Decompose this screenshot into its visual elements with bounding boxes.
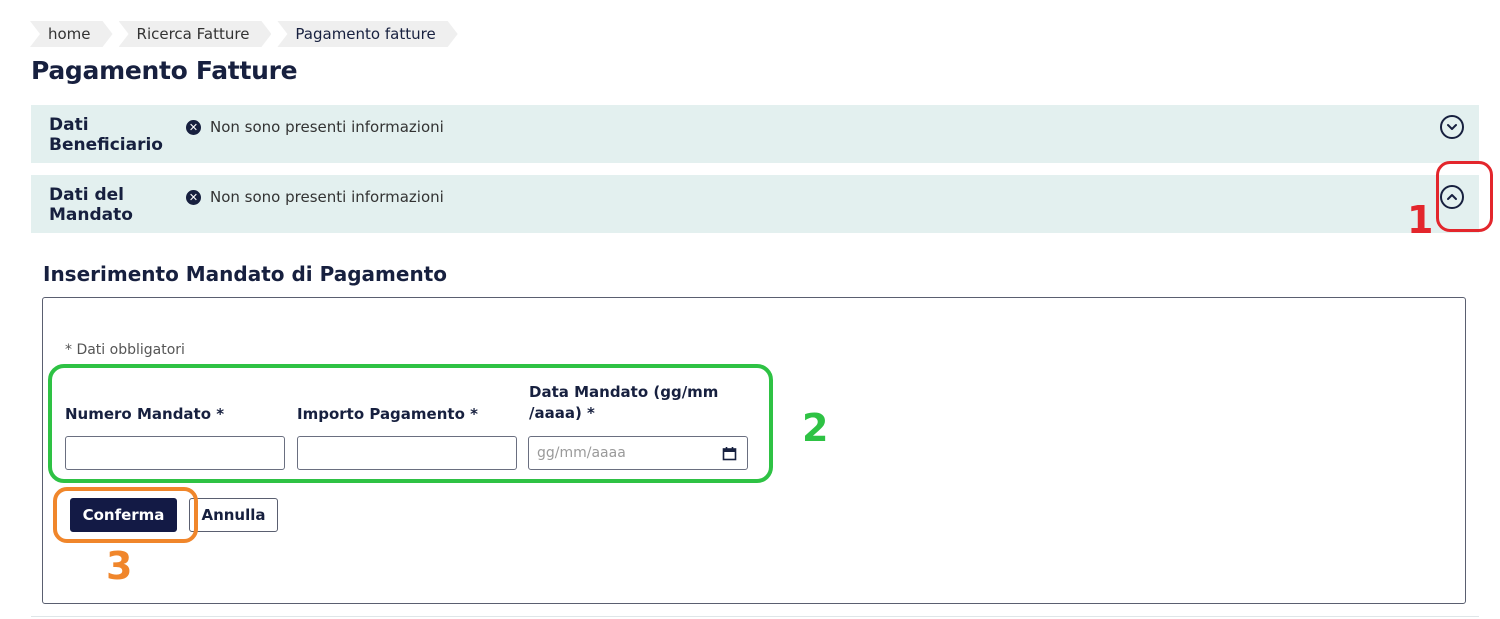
accordion-title: Dati del Mandato bbox=[49, 185, 133, 225]
cancel-button[interactable]: Annulla bbox=[189, 498, 278, 532]
divider bbox=[31, 616, 1479, 617]
section-title: Inserimento Mandato di Pagamento bbox=[43, 262, 447, 286]
annotation-box-2 bbox=[48, 364, 773, 483]
accordion-info-text: Non sono presenti informazioni bbox=[210, 118, 444, 136]
accordion-title: Dati Beneficiario bbox=[49, 115, 163, 155]
accordion-info-text: Non sono presenti informazioni bbox=[210, 188, 444, 206]
breadcrumb-current: Pagamento fatture bbox=[277, 21, 457, 47]
annotation-number-1: 1 bbox=[1407, 198, 1434, 242]
annotation-box-1 bbox=[1436, 161, 1493, 232]
required-note: * Dati obbligatori bbox=[65, 342, 185, 358]
annotation-number-2: 2 bbox=[802, 406, 829, 450]
chevron-down-icon[interactable] bbox=[1440, 115, 1464, 139]
error-circle-icon: ✕ bbox=[186, 119, 201, 135]
breadcrumb-home[interactable]: home bbox=[30, 21, 113, 47]
accordion-info: ✕ Non sono presenti informazioni bbox=[186, 118, 444, 136]
annotation-box-3 bbox=[53, 487, 198, 543]
accordion-dati-mandato[interactable]: Dati del Mandato ✕ Non sono presenti inf… bbox=[31, 175, 1479, 233]
annotation-number-3: 3 bbox=[106, 544, 133, 588]
page-title: Pagamento Fatture bbox=[31, 56, 298, 85]
breadcrumb-ricerca-fatture[interactable]: Ricerca Fatture bbox=[119, 21, 272, 47]
error-circle-icon: ✕ bbox=[186, 189, 201, 205]
breadcrumb: home Ricerca Fatture Pagamento fatture bbox=[30, 21, 464, 47]
accordion-dati-beneficiario[interactable]: Dati Beneficiario ✕ Non sono presenti in… bbox=[31, 105, 1479, 163]
accordion-info: ✕ Non sono presenti informazioni bbox=[186, 188, 444, 206]
